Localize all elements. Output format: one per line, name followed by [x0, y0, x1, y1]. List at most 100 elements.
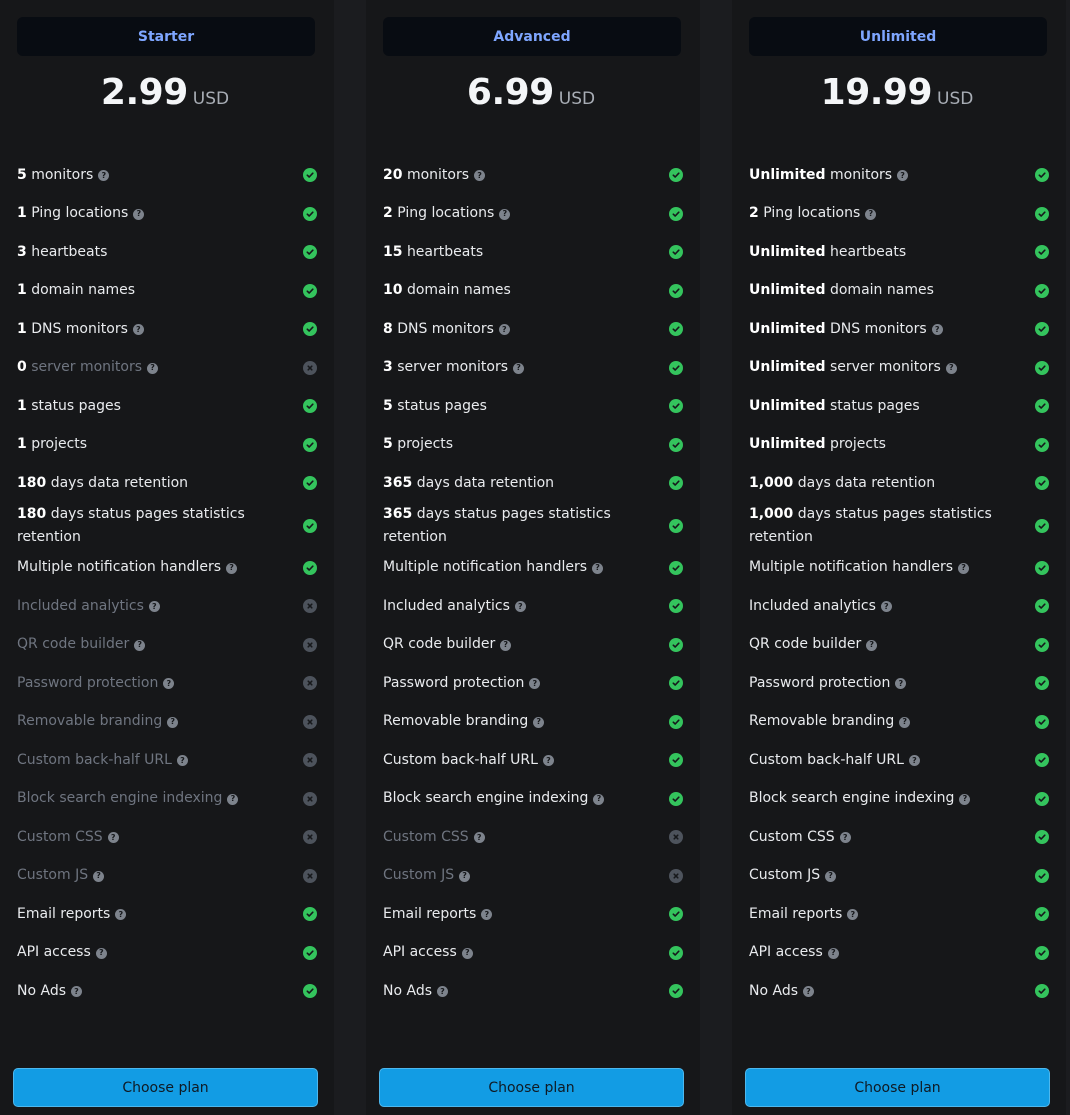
feature-row: Email reports? [17, 895, 317, 934]
help-icon[interactable]: ? [461, 947, 473, 959]
help-icon[interactable]: ? [93, 870, 105, 882]
plan-card-unlimited: Unlimited 19.99 USD Unlimited monitors? 2… [732, 0, 1066, 1115]
feature-label: heartbeats [31, 243, 108, 260]
feature-value: 2 [749, 205, 759, 222]
help-icon[interactable]: ? [908, 755, 920, 767]
help-icon[interactable]: ? [839, 832, 851, 844]
check-circle-icon [1035, 984, 1049, 999]
feature-row: 5 projects [383, 426, 683, 465]
feature-row: Custom CSS? [17, 818, 317, 857]
help-icon[interactable]: ? [167, 716, 179, 728]
help-icon[interactable]: ? [533, 716, 545, 728]
help-icon[interactable]: ? [529, 678, 541, 690]
feature-text: Unlimited domain names [749, 279, 1035, 302]
help-icon[interactable]: ? [514, 601, 526, 613]
help-icon[interactable]: ? [865, 208, 877, 220]
help-icon[interactable]: ? [133, 208, 145, 220]
help-icon[interactable]: ? [147, 362, 159, 374]
help-icon[interactable]: ? [107, 832, 119, 844]
help-icon[interactable]: ? [592, 562, 604, 574]
help-icon[interactable]: ? [98, 170, 110, 182]
feature-label: API access [749, 944, 823, 961]
feature-value: 15 [383, 243, 403, 260]
help-icon[interactable]: ? [825, 870, 837, 882]
help-icon[interactable]: ? [958, 562, 970, 574]
feature-label: Custom back-half URL [17, 751, 172, 768]
check-circle-icon [669, 399, 683, 414]
help-icon[interactable]: ? [498, 324, 510, 336]
x-circle-icon [303, 360, 317, 375]
feature-row: Included analytics? [749, 587, 1049, 626]
help-icon[interactable]: ? [866, 639, 878, 651]
feature-label: days data retention [797, 474, 936, 491]
feature-list: 5 monitors? 1 Ping locations? 3 heartbeats… [17, 156, 317, 1011]
check-circle-icon [303, 907, 317, 922]
help-icon[interactable]: ? [71, 986, 82, 998]
help-icon[interactable]: ? [459, 870, 471, 882]
help-icon[interactable]: ? [115, 909, 127, 921]
choose-plan-button[interactable]: Choose plan [379, 1068, 684, 1107]
help-icon[interactable]: ? [473, 832, 485, 844]
help-icon[interactable]: ? [803, 986, 814, 998]
help-icon[interactable]: ? [593, 793, 605, 805]
price-currency: USD [192, 89, 230, 109]
help-icon[interactable]: ? [897, 170, 909, 182]
feature-row: Password protection? [383, 664, 683, 703]
help-icon[interactable]: ? [500, 639, 512, 651]
feature-row: QR code builder? [749, 626, 1049, 665]
feature-row: Password protection? [17, 664, 317, 703]
help-icon[interactable]: ? [899, 716, 911, 728]
choose-plan-button[interactable]: Choose plan [745, 1068, 1050, 1107]
feature-row: 3 server monitors? [383, 349, 683, 388]
feature-list: Unlimited monitors? 2 Ping locations? Unli… [749, 156, 1049, 1011]
help-icon[interactable]: ? [827, 947, 839, 959]
help-icon[interactable]: ? [148, 601, 160, 613]
feature-text: 5 projects [383, 433, 669, 456]
help-icon[interactable]: ? [481, 909, 493, 921]
feature-text: Unlimited status pages [749, 395, 1035, 418]
help-icon[interactable]: ? [880, 601, 892, 613]
feature-value: 1 [17, 397, 27, 414]
help-icon[interactable]: ? [227, 793, 239, 805]
feature-label: QR code builder [749, 636, 862, 653]
help-icon[interactable]: ? [437, 986, 448, 998]
feature-value: 365 [383, 474, 413, 491]
feature-value: 2 [383, 205, 393, 222]
check-circle-icon [303, 322, 317, 337]
choose-plan-button[interactable]: Choose plan [13, 1068, 318, 1107]
feature-row: Removable branding? [383, 703, 683, 742]
check-circle-icon [669, 437, 683, 452]
help-icon[interactable]: ? [847, 909, 859, 921]
help-icon[interactable]: ? [226, 562, 238, 574]
help-icon[interactable]: ? [499, 208, 511, 220]
feature-text: Multiple notification handlers? [17, 556, 303, 579]
help-icon[interactable]: ? [163, 678, 175, 690]
help-icon[interactable]: ? [945, 362, 957, 374]
feature-label: API access [383, 944, 457, 961]
help-icon[interactable]: ? [474, 170, 486, 182]
check-circle-icon [1035, 283, 1049, 298]
help-icon[interactable]: ? [176, 755, 188, 767]
help-icon[interactable]: ? [513, 362, 525, 374]
feature-text: Custom JS? [383, 864, 669, 887]
help-icon[interactable]: ? [134, 639, 146, 651]
help-icon[interactable]: ? [95, 947, 107, 959]
feature-label: Password protection [17, 674, 159, 691]
help-icon[interactable]: ? [895, 678, 907, 690]
feature-row: API access? [749, 934, 1049, 973]
feature-row: QR code builder? [383, 626, 683, 665]
help-icon[interactable]: ? [959, 793, 971, 805]
help-icon[interactable]: ? [542, 755, 554, 767]
help-icon[interactable]: ? [931, 324, 943, 336]
feature-text: Block search engine indexing? [383, 787, 669, 810]
feature-label: Block search engine indexing [749, 790, 955, 807]
feature-text: Unlimited projects [749, 433, 1035, 456]
help-icon[interactable]: ? [132, 324, 144, 336]
feature-row: API access? [383, 934, 683, 973]
feature-value: 1 [17, 205, 27, 222]
feature-text: Unlimited monitors? [749, 164, 1035, 187]
feature-text: Email reports? [749, 903, 1035, 926]
feature-row: Unlimited domain names [749, 272, 1049, 311]
feature-value: Unlimited [749, 359, 826, 376]
feature-text: 1 DNS monitors? [17, 318, 303, 341]
